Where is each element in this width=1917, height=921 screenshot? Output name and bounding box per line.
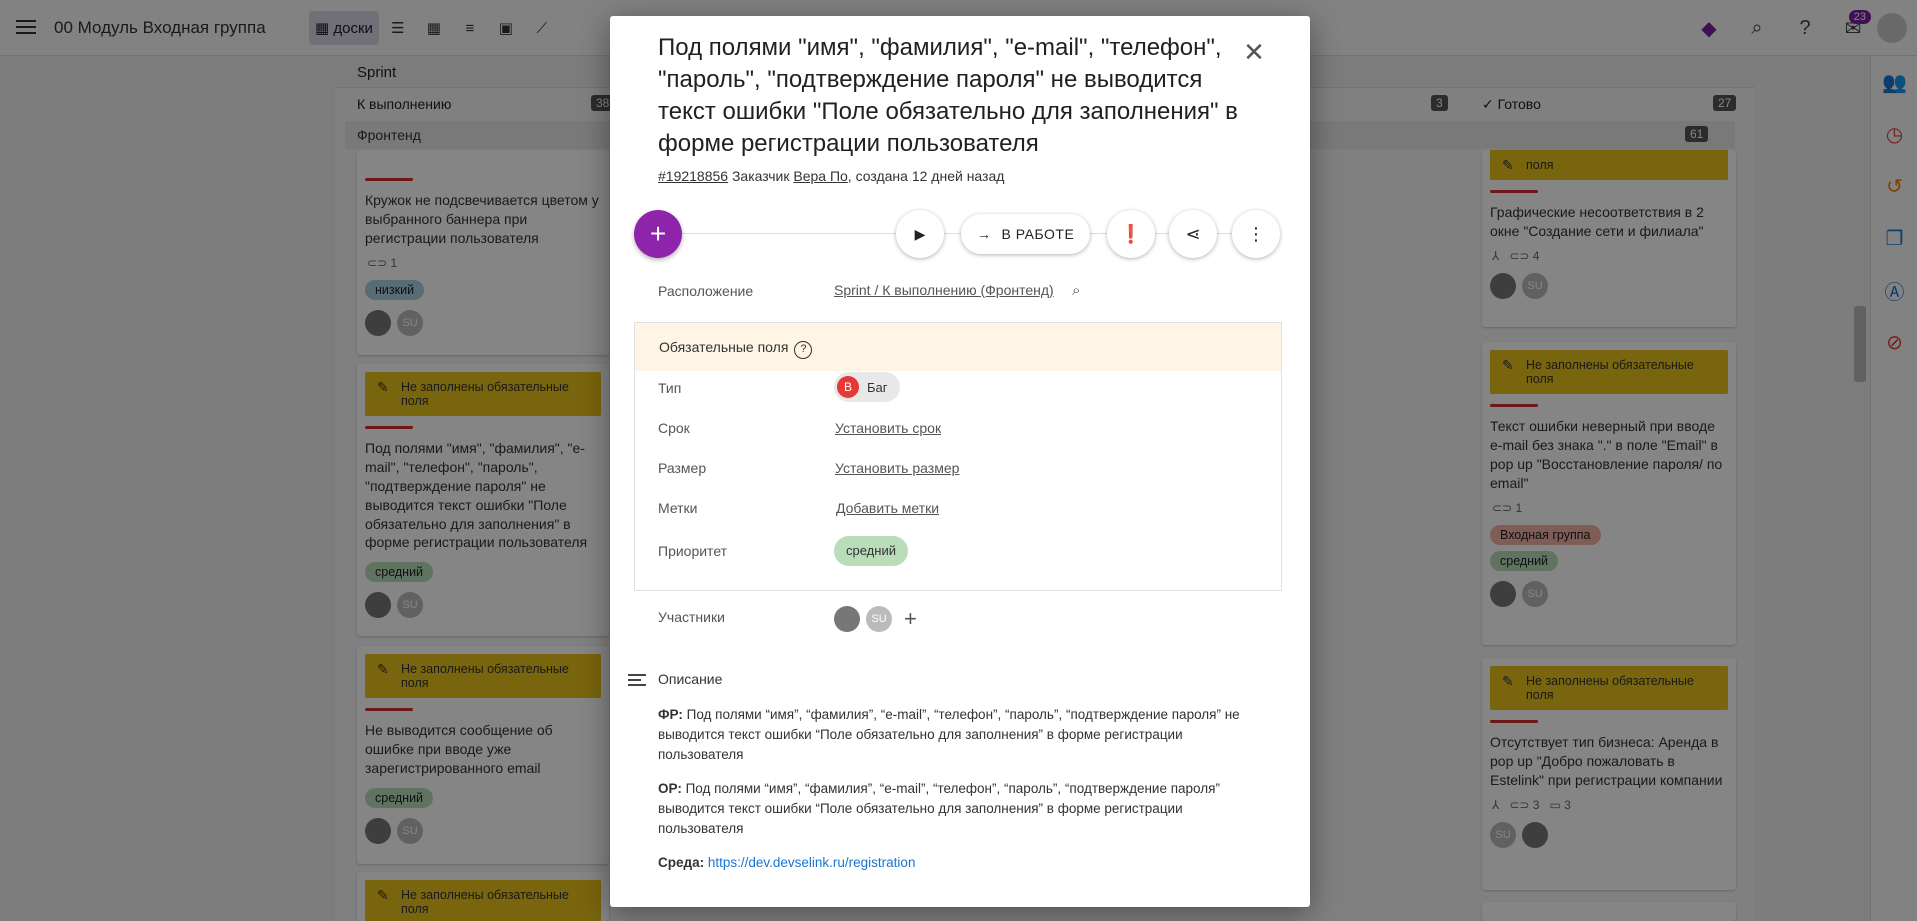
description-or[interactable]: ОР: Под полями “имя”, “фамилия”, “e-mail… [658, 779, 1258, 839]
size-label: Размер [658, 460, 707, 476]
play-icon[interactable]: ▶ [896, 210, 944, 258]
type-chip[interactable]: B Баг [834, 372, 900, 402]
bug-badge: B [837, 376, 859, 398]
add-button[interactable]: + [634, 210, 682, 258]
participants-list: SU + [834, 606, 917, 632]
issue-meta: #19218856 Заказчик Вера По, создана 12 д… [658, 168, 1004, 184]
location-label: Расположение [658, 283, 754, 299]
help-circle-icon[interactable]: ? [794, 341, 813, 359]
add-participant-icon[interactable]: + [904, 606, 917, 632]
tags-label: Метки [658, 500, 698, 516]
required-fields-block: Обязательные поля? [634, 322, 1282, 591]
required-fields-header: Обязательные поля? [635, 323, 1281, 371]
description-env: Среда: https://dev.devselink.ru/registra… [658, 853, 1258, 873]
issue-title[interactable]: Под полями "имя", "фамилия", "e-mail", "… [658, 32, 1248, 160]
status-label: В РАБОТЕ [1001, 226, 1075, 242]
priority-chip[interactable]: средний [834, 536, 908, 566]
type-value: Баг [867, 379, 888, 395]
deadline-label: Срок [658, 420, 690, 436]
fr-label: ФР: [658, 707, 683, 722]
fr-text: Под полями “имя”, “фамилия”, “e-mail”, “… [658, 707, 1240, 762]
avatar[interactable] [834, 606, 860, 632]
arrow-right-icon: → [977, 226, 992, 242]
alert-icon[interactable]: ❗ [1107, 210, 1155, 258]
add-tags-link[interactable]: Добавить метки [836, 500, 939, 516]
customer-link[interactable]: Вера По [793, 168, 847, 184]
set-size-link[interactable]: Установить размер [835, 460, 959, 476]
priority-label: Приоритет [658, 543, 728, 559]
location-link[interactable]: Sprint / К выполнению (Фронтенд) [834, 282, 1054, 298]
participants-label: Участники [658, 609, 725, 625]
status-button[interactable]: → В РАБОТЕ [961, 214, 1091, 254]
issue-id-link[interactable]: #19218856 [658, 168, 728, 184]
type-label: Тип [658, 380, 682, 396]
description-icon [628, 674, 646, 688]
created-text: , создана 12 дней назад [847, 168, 1005, 184]
description-fr[interactable]: ФР: Под полями “имя”, “фамилия”, “e-mail… [658, 705, 1258, 765]
or-text: Под полями “имя”, “фамилия”, “e-mail”, “… [658, 781, 1220, 836]
env-link[interactable]: https://dev.devselink.ru/registration [708, 855, 916, 870]
customer-label: Заказчик [731, 168, 790, 184]
search-location-icon[interactable]: ⌕ [1072, 282, 1080, 299]
more-icon[interactable]: ⋮ [1232, 210, 1280, 258]
or-label: ОР: [658, 781, 682, 796]
issue-modal: Под полями "имя", "фамилия", "e-mail", "… [610, 16, 1310, 907]
description-title: Описание [658, 671, 723, 687]
required-fields-title: Обязательные поля [659, 339, 789, 355]
share-icon[interactable]: ⋖ [1169, 210, 1217, 258]
env-label: Среда: [658, 855, 705, 870]
avatar[interactable]: SU [866, 606, 892, 632]
close-icon[interactable]: ✕ [1242, 37, 1266, 67]
set-deadline-link[interactable]: Установить срок [835, 420, 941, 436]
